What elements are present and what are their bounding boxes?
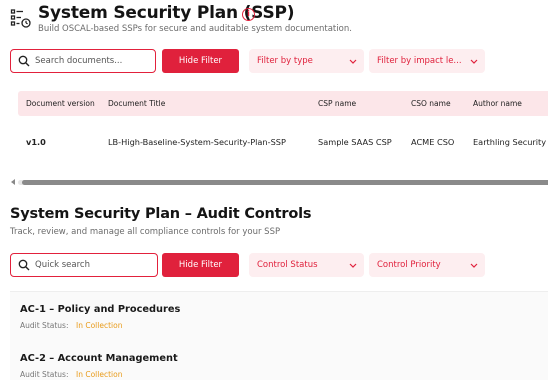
chevron-down-icon [470, 59, 478, 64]
column-header-cso: CSO name [411, 99, 451, 108]
document-search-input[interactable] [35, 56, 155, 66]
chevron-down-icon [349, 59, 357, 64]
audit-section-subtitle: Track, review, and manage all compliance… [10, 227, 281, 237]
page-title: System Security Plan (SSP) [38, 3, 295, 23]
control-title[interactable]: AC-1 – Policy and Procedures [20, 304, 180, 315]
control-title[interactable]: AC-2 – Account Management [20, 353, 178, 364]
cell-version: v1.0 [26, 137, 46, 147]
quick-search-input[interactable] [35, 260, 157, 270]
column-header-author: Author name [473, 99, 522, 108]
cell-title: LB-High-Baseline-System-Security-Plan-SS… [108, 137, 286, 147]
document-search-box[interactable] [10, 49, 156, 73]
audit-status-label: Audit Status: [20, 321, 69, 330]
status-badge: In Collection [76, 370, 123, 379]
info-icon[interactable]: i [242, 8, 255, 21]
filter-by-impact-label: Filter by impact le... [377, 56, 462, 66]
documents-table: Document version Document Title CSP name… [10, 88, 548, 188]
filter-by-impact-dropdown[interactable]: Filter by impact le... [369, 49, 485, 73]
chevron-down-icon [470, 263, 478, 268]
scroll-left-arrow[interactable] [11, 179, 15, 185]
search-icon [18, 259, 30, 271]
filter-by-type-dropdown[interactable]: Filter by type [249, 49, 364, 73]
status-badge: In Collection [76, 321, 123, 330]
control-priority-label: Control Priority [377, 260, 441, 270]
audit-hide-filter-button[interactable]: Hide Filter [162, 253, 239, 277]
documents-hide-filter-button[interactable]: Hide Filter [162, 49, 239, 73]
audit-section-title: System Security Plan – Audit Controls [10, 206, 312, 222]
search-icon [18, 55, 30, 67]
chevron-down-icon [349, 263, 357, 268]
cell-csp-name: Sample SAAS CSP [318, 137, 392, 147]
quick-search-box[interactable] [10, 253, 158, 277]
control-status-dropdown[interactable]: Control Status [249, 253, 364, 277]
cell-cso-name: ACME CSO [411, 137, 455, 147]
control-status-label: Control Status [257, 260, 318, 270]
column-header-csp: CSP name [318, 99, 357, 108]
table-header: Document version Document Title CSP name… [18, 91, 548, 116]
filter-by-type-label: Filter by type [257, 56, 313, 66]
column-header-title: Document Title [108, 99, 166, 108]
page-subtitle: Build OSCAL-based SSPs for secure and au… [38, 24, 352, 34]
control-priority-dropdown[interactable]: Control Priority [369, 253, 485, 277]
horizontal-scrollbar-thumb[interactable] [22, 180, 548, 185]
cell-author-name: Earthling Security [473, 137, 547, 147]
column-header-version: Document version [26, 99, 95, 108]
audit-status-label: Audit Status: [20, 370, 69, 379]
controls-list: AC-1 – Policy and Procedures Audit Statu… [10, 291, 548, 380]
checklist-icon [10, 9, 31, 28]
